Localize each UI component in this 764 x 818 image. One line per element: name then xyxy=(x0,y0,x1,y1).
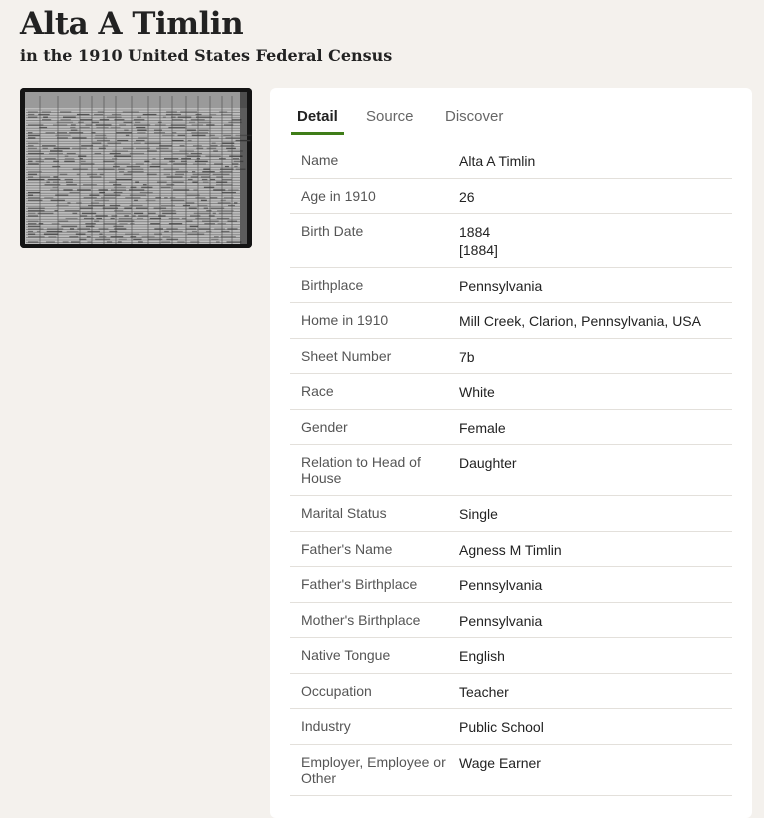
detail-value: Pennsylvania xyxy=(459,603,732,637)
detail-row: Father's Name Agness M Timlin xyxy=(290,532,732,567)
detail-value-line: Public School xyxy=(459,719,544,735)
detail-label: Occupation xyxy=(301,683,372,699)
page-subtitle: in the 1910 United States Federal Census xyxy=(20,46,393,65)
detail-label: Employer, Employee or Other xyxy=(301,754,446,786)
detail-label: Industry xyxy=(301,718,351,734)
detail-row: Gender Female xyxy=(290,410,732,445)
detail-value: Agness M Timlin xyxy=(459,532,732,566)
census-record-thumbnail[interactable] xyxy=(20,88,252,248)
detail-value: Pennsylvania xyxy=(459,268,732,302)
detail-value-line: Alta A Timlin xyxy=(459,153,536,169)
detail-row: Industry Public School xyxy=(290,709,732,745)
detail-row: Sheet Number 7b xyxy=(290,339,732,374)
detail-row: Employer, Employee or Other Wage Earner xyxy=(290,745,732,796)
detail-value-line: Wage Earner xyxy=(459,755,541,771)
detail-value: Mill Creek, Clarion, Pennsylvania, USA xyxy=(459,303,732,338)
detail-label: Home in 1910 xyxy=(301,312,389,328)
detail-value: 7b xyxy=(459,339,732,373)
detail-row: Home in 1910 Mill Creek, Clarion, Pennsyl… xyxy=(290,303,732,339)
detail-label: Birth Date xyxy=(301,223,364,239)
detail-value-line: English xyxy=(459,648,505,664)
detail-label: Mother's Birthplace xyxy=(301,612,421,628)
detail-value: 26 xyxy=(459,179,732,213)
detail-row: Marital Status Single xyxy=(290,496,732,532)
detail-row: Mother's Birthplace Pennsylvania xyxy=(290,603,732,638)
detail-value-line: Pennsylvania xyxy=(459,577,543,593)
detail-label: Marital Status xyxy=(301,505,387,521)
detail-value-line: Single xyxy=(459,506,498,522)
detail-label: Race xyxy=(301,383,334,399)
detail-label: Relation to Head of House xyxy=(301,454,421,486)
detail-value: Single xyxy=(459,496,732,531)
detail-value-line: 1884 xyxy=(459,224,491,240)
census-page-image xyxy=(20,88,252,248)
tab-discover[interactable]: Discover xyxy=(445,100,503,134)
detail-value-line: Pennsylvania xyxy=(459,278,543,294)
detail-value-line: Teacher xyxy=(459,684,509,700)
detail-row: Native Tongue English xyxy=(290,638,732,674)
detail-label: Father's Name xyxy=(301,541,393,557)
page-title: Alta A Timlin xyxy=(20,6,244,42)
detail-value-line: Mill Creek, Clarion, Pennsylvania, USA xyxy=(459,313,701,329)
detail-value: Female xyxy=(459,410,732,444)
detail-row: Birthplace Pennsylvania xyxy=(290,268,732,303)
detail-value-line: Agness M Timlin xyxy=(459,542,562,558)
detail-value: English xyxy=(459,638,732,673)
detail-value: Daughter xyxy=(459,445,732,495)
detail-row: Relation to Head of House Daughter xyxy=(290,445,732,496)
detail-label: Native Tongue xyxy=(301,647,391,663)
detail-value-line: 7b xyxy=(459,349,475,365)
detail-row: Birth Date 1884 [1884] xyxy=(290,214,732,268)
detail-row: Father's Birthplace Pennsylvania xyxy=(290,567,732,603)
record-detail-card: Detail Source Discover Name Alta A Timlin… xyxy=(270,88,752,818)
detail-table: Name Alta A Timlin Age in 1910 26 Birth Date… xyxy=(290,143,732,796)
detail-value-line: [1884] xyxy=(459,242,498,258)
tab-detail[interactable]: Detail xyxy=(291,100,344,135)
detail-value: Wage Earner xyxy=(459,745,732,795)
detail-value-line: Daughter xyxy=(459,455,517,471)
detail-row: Name Alta A Timlin xyxy=(290,143,732,179)
detail-value: Teacher xyxy=(459,674,732,708)
detail-value: Public School xyxy=(459,709,732,744)
detail-value-line: 26 xyxy=(459,189,475,205)
detail-value-line: Pennsylvania xyxy=(459,613,543,629)
detail-value: Alta A Timlin xyxy=(459,143,732,178)
detail-row: Age in 1910 26 xyxy=(290,179,732,214)
detail-row: Race White xyxy=(290,374,732,410)
detail-value: Pennsylvania xyxy=(459,567,732,602)
detail-label: Birthplace xyxy=(301,277,364,293)
detail-label: Father's Birthplace xyxy=(301,576,418,592)
detail-value-line: White xyxy=(459,384,495,400)
detail-label: Name xyxy=(301,152,339,168)
detail-row: Occupation Teacher xyxy=(290,674,732,709)
detail-label: Age in 1910 xyxy=(301,188,376,204)
tab-source[interactable]: Source xyxy=(366,100,414,134)
detail-value-line: Female xyxy=(459,420,506,436)
detail-label: Gender xyxy=(301,419,348,435)
detail-value: White xyxy=(459,374,732,409)
detail-label: Sheet Number xyxy=(301,348,392,364)
detail-value: 1884 [1884] xyxy=(459,214,732,267)
